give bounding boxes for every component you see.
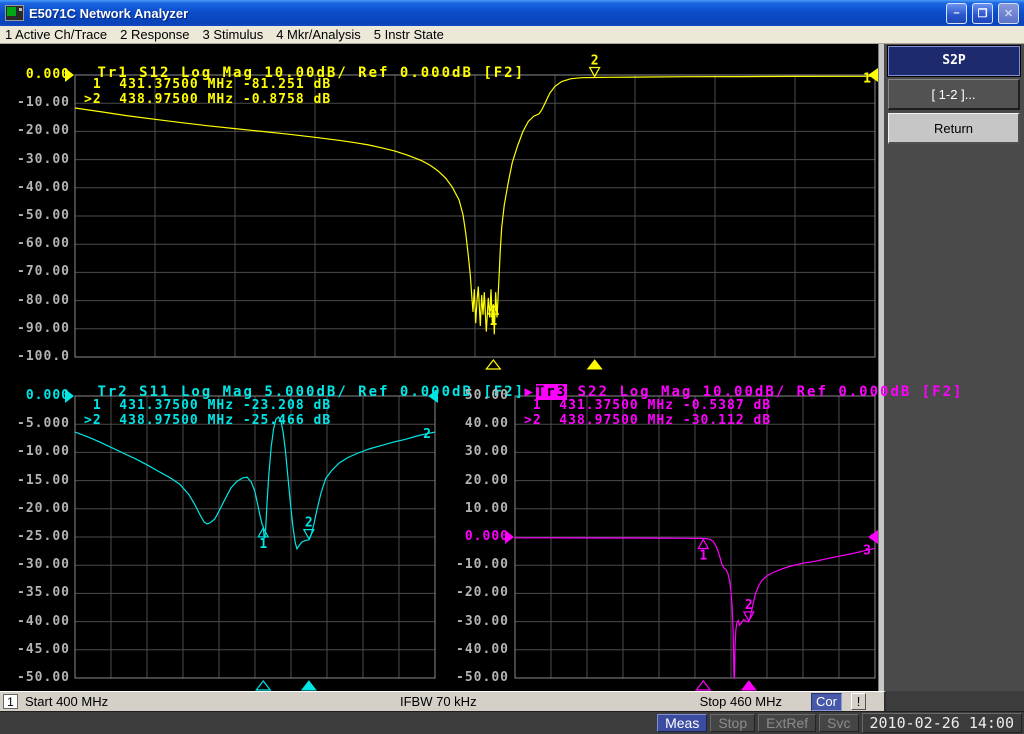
y-tick-label-tr2: -25.00 <box>6 529 70 545</box>
stop-status-badge: Stop <box>710 714 755 732</box>
svg-text:1: 1 <box>259 537 267 552</box>
instrument-status-bar: Meas Stop ExtRef Svc 2010-02-26 14:00 <box>0 711 1024 734</box>
svg-text:2: 2 <box>423 427 431 442</box>
y-tick-label-tr1: -60.00 <box>6 236 70 252</box>
correction-badge: Cor <box>811 693 842 711</box>
y-tick-label-tr3: 10.00 <box>445 501 509 517</box>
status-filler <box>886 691 1024 711</box>
y-tick-label-tr1: -40.00 <box>6 180 70 196</box>
start-frequency: Start 400 MHz <box>25 694 108 709</box>
softkey-s2p[interactable]: S2P <box>888 46 1020 76</box>
y-tick-label-tr3: -40.00 <box>445 642 509 658</box>
y-tick-label-tr3: 0.000 <box>445 529 509 545</box>
svg-text:1: 1 <box>699 549 707 564</box>
menu-response[interactable]: 2 Response <box>120 27 189 42</box>
marker-readout-tr1: 1 431.37500 MHz -81.251 dB >2 438.97500 … <box>84 77 331 107</box>
y-tick-label-tr1: -10.00 <box>6 95 70 111</box>
svg-text:2: 2 <box>591 53 599 68</box>
y-tick-label-tr1: -80.00 <box>6 293 70 309</box>
y-tick-label-tr1: -90.00 <box>6 321 70 337</box>
y-tick-label-tr1: -20.00 <box>6 123 70 139</box>
menu-instr-state[interactable]: 5 Instr State <box>374 27 444 42</box>
y-tick-label-tr2: -10.00 <box>6 444 70 460</box>
menu-bar: 1 Active Ch/Trace 2 Response 3 Stimulus … <box>0 26 1024 44</box>
y-tick-label-tr2: -50.00 <box>6 670 70 686</box>
y-tick-label-tr3: 30.00 <box>445 444 509 460</box>
y-tick-label-tr3: -50.00 <box>445 670 509 686</box>
y-tick-label-tr3: -30.00 <box>445 614 509 630</box>
minimize-button[interactable]: – <box>946 3 967 24</box>
alert-badge: ! <box>851 693 866 710</box>
y-tick-label-tr2: -45.00 <box>6 642 70 658</box>
y-tick-label-tr2: -5.000 <box>6 416 70 432</box>
plot-tr3: 1 2 3 <box>505 396 878 690</box>
extref-status-badge: ExtRef <box>758 714 816 732</box>
svg-text:1: 1 <box>863 71 871 86</box>
svg-text:3: 3 <box>863 543 871 558</box>
y-tick-label-tr3: -10.00 <box>445 557 509 573</box>
meas-status-badge: Meas <box>657 714 707 732</box>
window-title: E5071C Network Analyzer <box>29 6 941 21</box>
y-tick-label-tr2: -30.00 <box>6 557 70 573</box>
svc-status-badge: Svc <box>819 714 858 732</box>
close-button[interactable]: ✕ <box>998 3 1019 24</box>
datetime-display: 2010-02-26 14:00 <box>862 713 1023 733</box>
menu-stimulus[interactable]: 3 Stimulus <box>203 27 264 42</box>
plot-tr2: 1 2 2 <box>65 389 438 690</box>
y-tick-label-tr1: -50.00 <box>6 208 70 224</box>
analyzer-screen: 121122123 ▶Tr1 S12 Log Mag 10.00dB/ Ref … <box>0 44 878 691</box>
y-tick-label-tr2: 0.000 <box>6 388 70 404</box>
svg-text:2: 2 <box>745 598 753 613</box>
svg-text:1: 1 <box>489 314 497 329</box>
marker-readout-tr2: 1 431.37500 MHz -23.208 dB >2 438.97500 … <box>84 398 331 428</box>
y-tick-label-tr1: -70.00 <box>6 264 70 280</box>
y-tick-label-tr1: -30.00 <box>6 152 70 168</box>
y-tick-label-tr1: -100.0 <box>6 349 70 365</box>
ifbw-readout: IFBW 70 kHz <box>400 694 477 709</box>
stop-frequency: Stop 460 MHz <box>700 694 782 709</box>
app-window: E5071C Network Analyzer – ❐ ✕ 1 Active C… <box>0 0 1024 734</box>
softkey-return[interactable]: Return <box>888 113 1020 144</box>
title-bar: E5071C Network Analyzer – ❐ ✕ <box>0 0 1024 26</box>
channel-number: 1 <box>3 694 18 709</box>
y-tick-label-tr3: 20.00 <box>445 473 509 489</box>
softkey-1-2[interactable]: [ 1-2 ]... <box>888 79 1020 110</box>
menu-active-ch-trace[interactable]: 1 Active Ch/Trace <box>5 27 107 42</box>
y-tick-label-tr3: 50.00 <box>445 388 509 404</box>
y-tick-label-tr3: -20.00 <box>445 585 509 601</box>
y-tick-label-tr3: 40.00 <box>445 416 509 432</box>
y-tick-label-tr2: -35.00 <box>6 585 70 601</box>
y-tick-label-tr1: 0.000 <box>6 67 70 83</box>
svg-text:2: 2 <box>305 516 313 531</box>
channel-status-bar: 1 Start 400 MHz IFBW 70 kHz Stop 460 MHz… <box>0 691 886 711</box>
y-tick-label-tr2: -40.00 <box>6 614 70 630</box>
menu-mkr-analysis[interactable]: 4 Mkr/Analysis <box>276 27 361 42</box>
y-tick-label-tr2: -15.00 <box>6 473 70 489</box>
y-tick-label-tr2: -20.00 <box>6 501 70 517</box>
marker-readout-tr3: 1 431.37500 MHz -0.5387 dB >2 438.97500 … <box>524 398 771 428</box>
restore-button[interactable]: ❐ <box>972 3 993 24</box>
instrument-icon <box>5 5 24 21</box>
